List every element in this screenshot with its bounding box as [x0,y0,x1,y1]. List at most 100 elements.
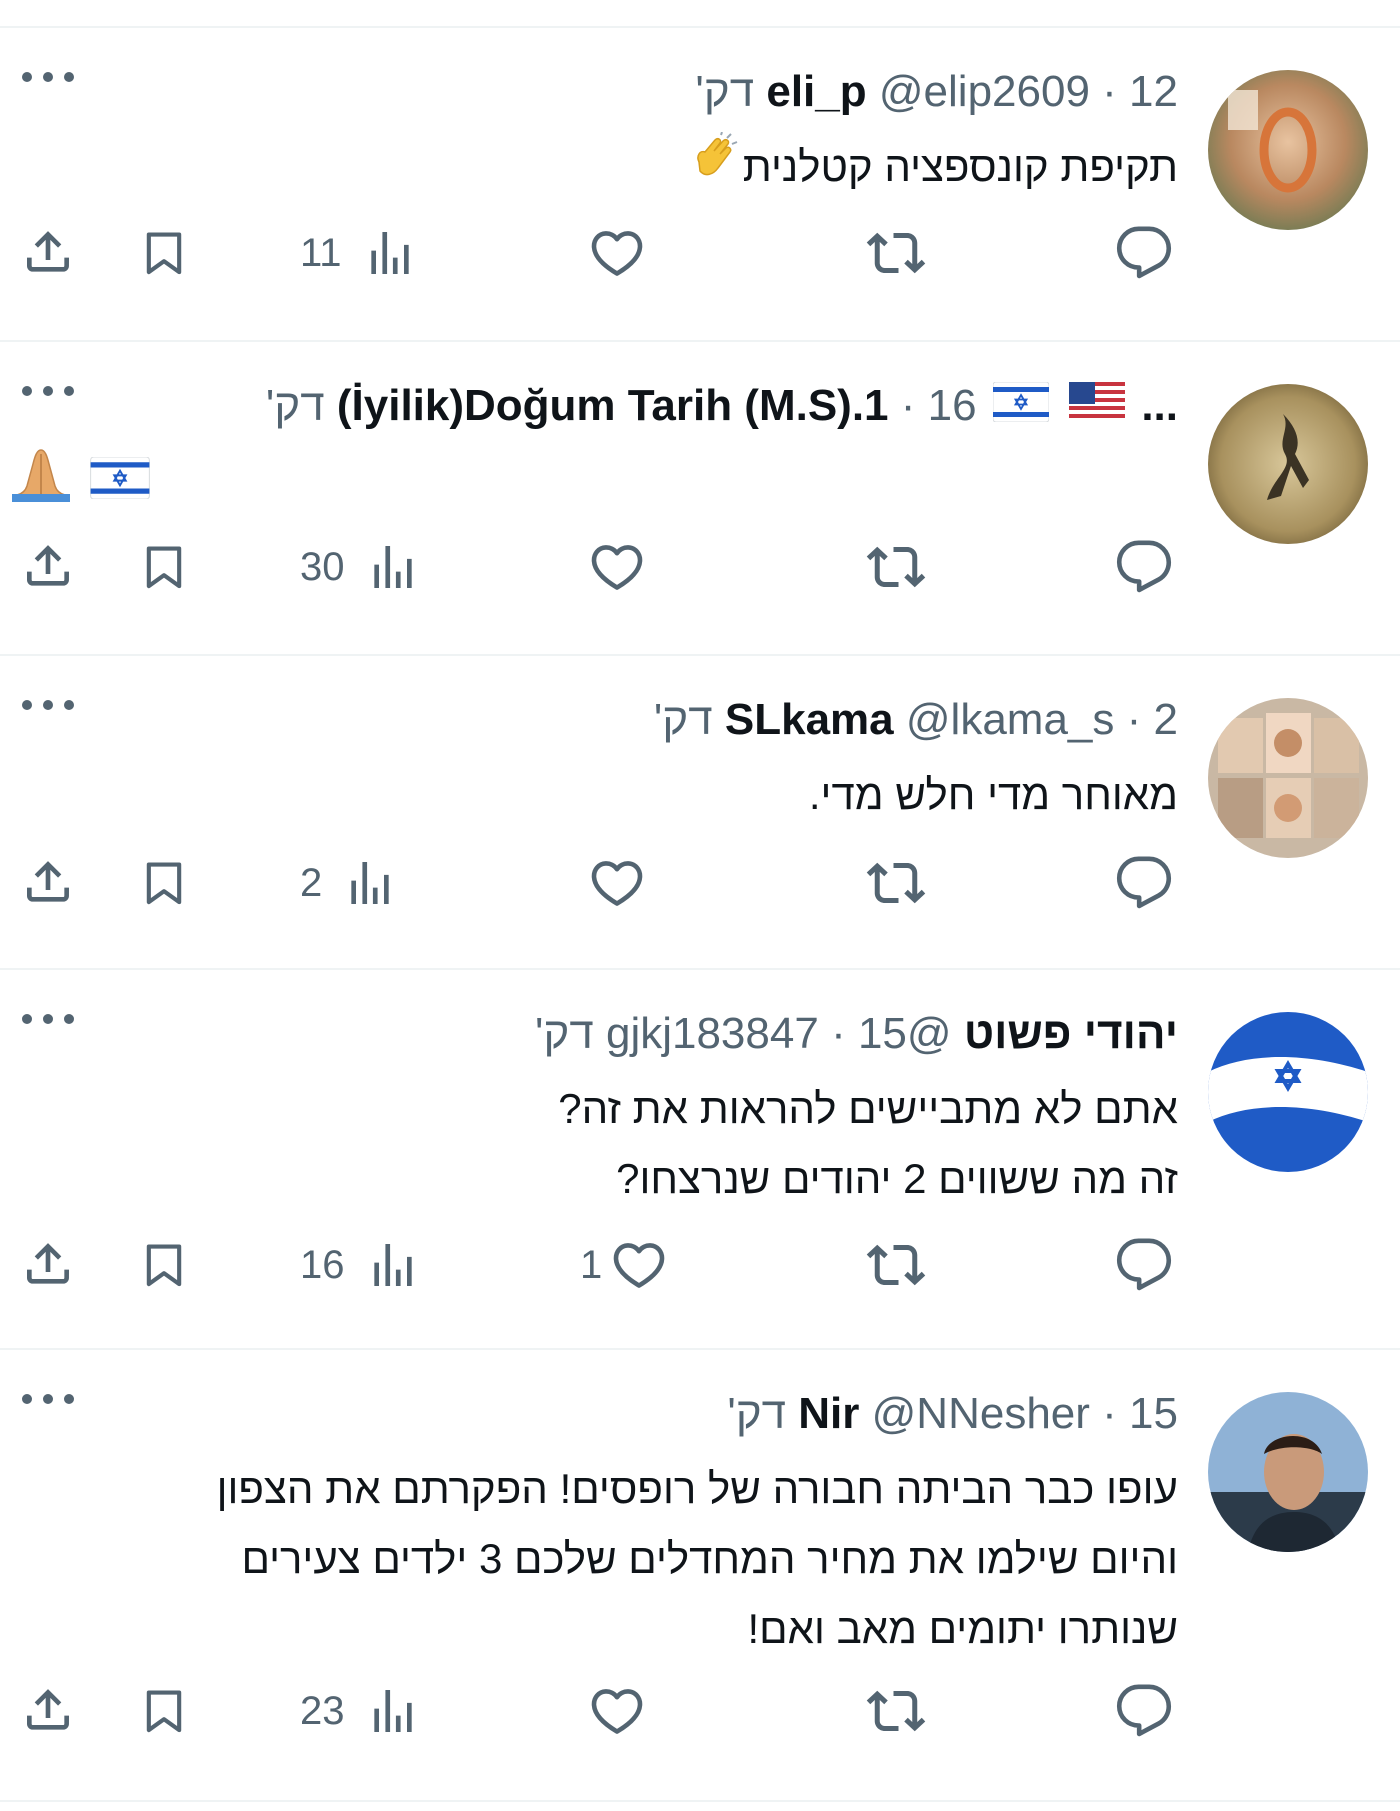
views-icon [365,539,421,595]
share-icon [20,1683,76,1739]
view-count: 30 [300,544,345,589]
tweet-text-line: תקיפת קונספציה קטלנית [10,132,1178,207]
display-name[interactable]: יהודי פשוט [964,1009,1178,1058]
reply-button[interactable] [1115,1676,1175,1746]
share-icon [20,225,76,281]
like-icon [588,1682,646,1740]
tweet-text-line: עופו כבר הביתה חבורה של רופסים! הפקרתם א… [216,1465,1178,1512]
tweet-content: eli_p @elip2609 · 12 דק' תקיפת קונספציה … [10,62,1178,207]
bookmark-button[interactable] [138,848,190,918]
display-name[interactable]: SLkama [725,695,894,744]
share-button[interactable] [20,218,76,288]
separator-dot: · [900,381,916,430]
like-icon [588,538,646,596]
tweet[interactable]: Nir @NNesher · 15 דק' עופו כבר הביתה חבו… [0,1350,1400,1802]
like-button[interactable] [580,848,690,918]
retweet-button[interactable] [866,1676,932,1746]
avatar[interactable] [1208,1392,1368,1552]
tweet[interactable]: SLkama @lkama_s · 2 דק' מאוחר מדי חלש מד… [0,656,1400,970]
tweet[interactable]: eli_p @elip2609 · 12 דק' תקיפת קונספציה … [0,28,1400,342]
avatar[interactable] [1208,1012,1368,1172]
tweet-text-line: זה מה ששווים 2 יהודים שנרצחו? [616,1155,1178,1202]
bookmark-button[interactable] [138,218,190,288]
view-count: 2 [300,860,323,905]
tweet-text: עופו כבר הביתה חבורה של רופסים! הפקרתם א… [10,1454,1178,1664]
folded-hands-emoji [10,446,72,523]
us-flag-emoji [1069,378,1125,438]
views-icon [365,1237,421,1293]
retweet-icon [866,537,926,597]
bookmark-icon [138,1682,190,1740]
tweet-header: יהודי פשוט @gjkj183847 · 15 דק' [10,1004,1178,1064]
like-count: 1 [580,1242,603,1287]
views-button[interactable]: 11 [300,218,440,288]
avatar[interactable] [1208,70,1368,230]
israel-flag-emoji [90,450,150,520]
display-name[interactable]: Nir [798,1389,859,1438]
tweet-header: SLkama @lkama_s · 2 דק' [10,690,1178,750]
retweet-button[interactable] [866,1230,932,1300]
handle[interactable]: @NNesher [872,1389,1090,1438]
tweet-text: מאוחר מדי חלש מדי. [10,760,1178,830]
views-button[interactable]: 30 [300,532,440,602]
reply-button[interactable] [1115,1230,1175,1300]
tweet-text [10,446,1178,523]
reply-button[interactable] [1115,218,1175,288]
reply-button[interactable] [1115,848,1175,918]
retweet-icon [866,223,926,283]
avatar[interactable] [1208,384,1368,544]
bookmark-button[interactable] [138,532,190,602]
like-button[interactable] [580,1676,690,1746]
tweet-text: תקיפת קונספציה קטלנית [10,132,1178,207]
tweet[interactable]: יהודי פשוט @gjkj183847 · 15 דק' אתם לא מ… [0,970,1400,1350]
retweet-button[interactable] [866,532,932,602]
reply-icon [1115,224,1173,282]
tweet-text-line: מאוחר מדי חלש מדי. [808,771,1178,818]
tweet-content: ... (İyilik)Doğum Tarih (M.S).1 · 16 דק' [10,376,1178,523]
display-name-suffix[interactable]: (İyilik)Doğum Tarih (M.S).1 [337,381,889,430]
bookmark-button[interactable] [138,1230,190,1300]
like-icon [588,224,646,282]
reply-button[interactable] [1115,532,1175,602]
retweet-icon [866,853,926,913]
handle[interactable]: @lkama_s [906,695,1115,744]
share-icon [20,1237,76,1293]
display-name[interactable]: eli_p [766,67,866,116]
avatar[interactable] [1208,698,1368,858]
like-button[interactable] [580,218,690,288]
reply-icon [1115,854,1173,912]
share-button[interactable] [20,532,76,602]
reply-icon [1115,538,1173,596]
tweet-actions: 30 [0,532,1400,602]
views-button[interactable]: 23 [300,1676,440,1746]
tweet-text-line: שנותרו יתומים מאב ואם! [747,1605,1178,1652]
tweet-content: SLkama @lkama_s · 2 דק' מאוחר מדי חלש מד… [10,690,1178,830]
like-icon [588,854,646,912]
retweet-button[interactable] [866,218,932,288]
display-name[interactable]: ... [1141,381,1178,430]
views-button[interactable]: 16 [300,1230,440,1300]
tweet[interactable]: ... (İyilik)Doğum Tarih (M.S).1 · 16 דק'… [0,342,1400,656]
bookmark-icon [138,538,190,596]
separator-dot: · [1126,695,1142,744]
views-icon [342,855,398,911]
share-icon [20,539,76,595]
views-button[interactable]: 2 [300,848,440,918]
clapping-hands-emoji [685,132,739,207]
like-button[interactable] [580,532,690,602]
handle[interactable]: @elip2609 [879,67,1090,116]
reply-icon [1115,1682,1173,1740]
bookmark-icon [138,1236,190,1294]
share-button[interactable] [20,848,76,918]
retweet-icon [866,1681,926,1741]
share-button[interactable] [20,1676,76,1746]
bookmark-button[interactable] [138,1676,190,1746]
tweet-text: אתם לא מתביישים להראות את זה? זה מה ששוו… [10,1074,1178,1214]
view-count: 23 [300,1688,345,1733]
share-button[interactable] [20,1230,76,1300]
like-button[interactable]: 1 [580,1230,690,1300]
tweet-header: eli_p @elip2609 · 12 דק' [10,62,1178,122]
tweet-content: יהודי פשוט @gjkj183847 · 15 דק' אתם לא מ… [10,1004,1178,1214]
separator-dot: · [1102,1389,1117,1438]
retweet-button[interactable] [866,848,932,918]
